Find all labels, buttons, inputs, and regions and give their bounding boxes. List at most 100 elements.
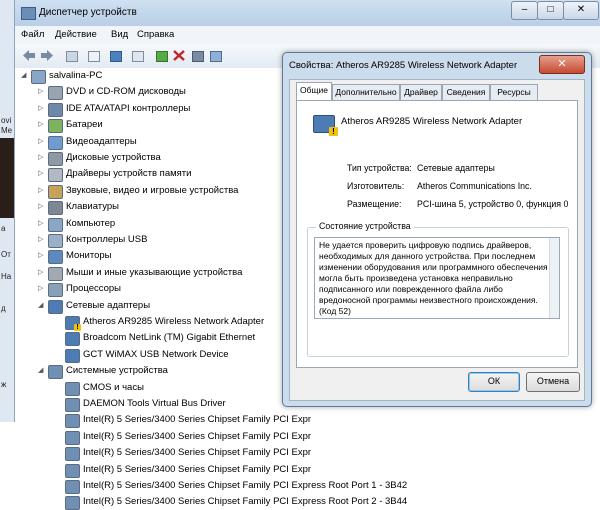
tree-item-label: Клавиатуры (66, 201, 120, 213)
menu-file[interactable]: Файл (21, 29, 44, 40)
expand-arrow-icon[interactable]: ▷ (38, 101, 46, 117)
maximize-button[interactable]: □ (537, 1, 564, 20)
disable-device-icon[interactable] (171, 48, 187, 63)
expand-arrow-icon[interactable]: ▷ (38, 265, 46, 281)
help-icon[interactable] (107, 48, 123, 63)
location-value: PCI-шина 5, устройство 0, функция 0 (417, 199, 569, 209)
tree-item-label: Дисковые устройства (66, 152, 161, 163)
forward-arrow-icon[interactable] (39, 48, 55, 63)
background-text: ж (1, 380, 7, 389)
close-button[interactable]: ✕ (563, 1, 599, 20)
update-driver-icon[interactable] (153, 48, 169, 63)
expand-arrow-icon[interactable]: ▷ (38, 248, 46, 264)
scan-hardware-icon[interactable] (207, 48, 223, 63)
system-device-icon (65, 447, 80, 462)
network-adapter-warning-icon (313, 115, 338, 136)
device-status-group: Состояние устройства Не удается проверит… (307, 221, 569, 357)
tree-item-label: Контроллеры USB (66, 234, 148, 245)
status-scrollbar[interactable] (549, 238, 559, 318)
tree-item-label: DVD и CD-ROM дисководы (66, 86, 186, 98)
menu-action[interactable]: Действие (55, 29, 97, 40)
uninstall-device-icon[interactable] (189, 48, 205, 63)
expand-arrow-icon[interactable]: ▷ (38, 199, 46, 215)
title-bar[interactable]: Диспетчер устройств – □ ✕ (15, 0, 600, 26)
expand-arrow-icon[interactable]: ▷ (38, 134, 46, 150)
background-photo (0, 138, 14, 218)
background-text: Me (1, 126, 13, 135)
dvd-drive-icon (48, 86, 63, 101)
tree-item-label: Intel(R) 5 Series/3400 Series Chipset Fa… (83, 463, 312, 475)
expand-arrow-icon[interactable]: ▷ (38, 117, 46, 133)
expand-arrow-icon[interactable]: ▷ (38, 183, 46, 199)
tree-item-label: Intel(R) 5 Series/3400 Series Chipset Fa… (83, 496, 408, 508)
system-device-icon (65, 414, 80, 429)
tree-item-label: IDE ATA/ATAPI контроллеры (66, 102, 191, 114)
device-manager-icon (21, 7, 36, 20)
dialog-title: Свойства: Atheros AR9285 Wireless Networ… (289, 60, 518, 71)
expand-arrow-icon[interactable]: ▷ (38, 84, 46, 100)
tab-driver[interactable]: Драйвер (400, 84, 442, 100)
tree-item-label: Atheros AR9285 Wireless Network Adapter (83, 316, 265, 327)
background-text: От (1, 250, 11, 259)
collapse-arrow-icon[interactable]: ◢ (38, 298, 46, 314)
display-adapter-icon (48, 135, 63, 150)
tree-item-label: Intel(R) 5 Series/3400 Series Chipset Fa… (83, 447, 312, 459)
tree-item-label: Драйверы устройств памяти (66, 168, 192, 180)
expand-arrow-icon[interactable]: ▷ (38, 150, 46, 166)
ok-button[interactable]: ОК (468, 372, 520, 392)
menu-help[interactable]: Справка (137, 29, 174, 40)
processor-icon (48, 283, 63, 298)
tree-item-label: Мыши и иные указывающие устройства (66, 266, 243, 278)
collapse-arrow-icon[interactable]: ◢ (38, 363, 46, 379)
expand-arrow-icon[interactable]: ▷ (38, 216, 46, 232)
view-icon[interactable] (129, 48, 145, 63)
tab-details[interactable]: Сведения (442, 84, 490, 100)
device-type-label: Тип устройства: (347, 163, 412, 173)
background-text: ovi (1, 116, 12, 125)
tree-item-label: Видеоадаптеры (66, 135, 137, 147)
cancel-button[interactable]: Отмена (526, 372, 580, 392)
tree-item-label: Broadcom NetLink (TM) Gigabit Ethernet (83, 332, 256, 344)
tab-advanced[interactable]: Дополнительно (332, 84, 400, 100)
monitor-icon (48, 250, 63, 265)
device-status-label: Состояние устройства (316, 221, 414, 231)
system-device-icon (65, 463, 80, 478)
tree-item-label: Intel(R) 5 Series/3400 Series Chipset Fa… (83, 480, 408, 491)
device-name: Atheros AR9285 Wireless Network Adapter (341, 116, 523, 127)
dialog-close-button[interactable]: ✕ (539, 55, 585, 74)
tree-item-label: Intel(R) 5 Series/3400 Series Chipset Fa… (83, 414, 312, 426)
device-properties-dialog: Свойства: Atheros AR9285 Wireless Networ… (282, 52, 592, 407)
location-label: Размещение: (347, 199, 402, 209)
tree-item-label: Мониторы (66, 250, 112, 262)
minimize-button[interactable]: – (511, 1, 538, 20)
network-adapter-icon (48, 299, 63, 314)
system-device-icon (65, 381, 80, 396)
general-tab-panel: Atheros AR9285 Wireless Network Adapter … (296, 100, 578, 368)
tree-item-label: Компьютер (66, 217, 116, 229)
console-tree-icon[interactable] (63, 48, 79, 63)
expand-arrow-icon[interactable]: ▷ (38, 281, 46, 297)
memory-device-icon (48, 168, 63, 183)
computer-icon (48, 217, 63, 232)
disk-drive-icon (48, 152, 63, 166)
system-device-icon (65, 398, 80, 412)
device-status-text: Не удается проверить цифровую подпись др… (319, 240, 548, 316)
sound-device-icon (48, 184, 63, 199)
dialog-body: Общие Дополнительно Драйвер Сведения Рес… (289, 79, 585, 401)
menu-view[interactable]: Вид (111, 29, 128, 40)
manufacturer-label: Изготовитель: (347, 181, 405, 191)
ide-controller-icon (48, 102, 63, 117)
expand-arrow-icon[interactable]: ▷ (38, 232, 46, 248)
expand-arrow-icon[interactable]: ▷ (38, 166, 46, 182)
collapse-arrow-icon[interactable]: ◢ (21, 68, 29, 84)
tab-general[interactable]: Общие (296, 82, 332, 101)
back-arrow-icon[interactable] (21, 48, 37, 63)
menu-bar: Файл Действие Вид Справка (15, 26, 600, 45)
tree-item-label: Сетевые адаптеры (66, 299, 151, 311)
device-status-textbox[interactable]: Не удается проверить цифровую подпись др… (314, 237, 560, 319)
background-text: д (1, 304, 6, 313)
tab-resources[interactable]: Ресурсы (490, 84, 538, 100)
properties-icon[interactable] (85, 48, 101, 63)
network-adapter-icon (65, 332, 80, 347)
window-title: Диспетчер устройств (39, 7, 137, 18)
